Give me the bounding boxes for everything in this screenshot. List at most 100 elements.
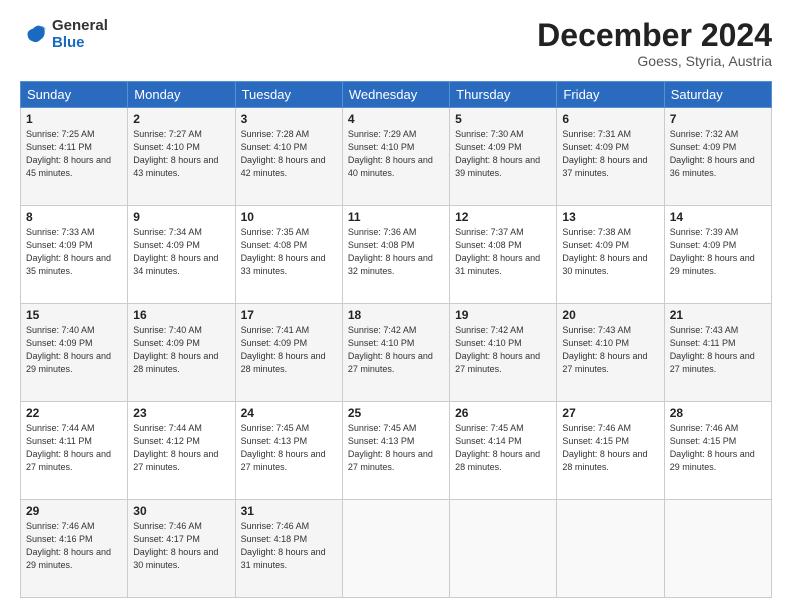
day-number: 16 [133, 308, 229, 322]
day-number: 11 [348, 210, 444, 224]
day-number: 4 [348, 112, 444, 126]
table-row: 11 Sunrise: 7:36 AMSunset: 4:08 PMDaylig… [342, 206, 449, 304]
table-row: 5 Sunrise: 7:30 AMSunset: 4:09 PMDayligh… [450, 108, 557, 206]
table-row: 28 Sunrise: 7:46 AMSunset: 4:15 PMDaylig… [664, 402, 771, 500]
day-info: Sunrise: 7:46 AMSunset: 4:17 PMDaylight:… [133, 521, 218, 570]
day-info: Sunrise: 7:35 AMSunset: 4:08 PMDaylight:… [241, 227, 326, 276]
day-info: Sunrise: 7:45 AMSunset: 4:14 PMDaylight:… [455, 423, 540, 472]
day-number: 3 [241, 112, 337, 126]
day-info: Sunrise: 7:42 AMSunset: 4:10 PMDaylight:… [348, 325, 433, 374]
calendar-week-row: 1 Sunrise: 7:25 AMSunset: 4:11 PMDayligh… [21, 108, 772, 206]
day-info: Sunrise: 7:44 AMSunset: 4:11 PMDaylight:… [26, 423, 111, 472]
title-area: December 2024 Goess, Styria, Austria [537, 18, 772, 69]
table-row [557, 500, 664, 598]
table-row: 22 Sunrise: 7:44 AMSunset: 4:11 PMDaylig… [21, 402, 128, 500]
day-info: Sunrise: 7:37 AMSunset: 4:08 PMDaylight:… [455, 227, 540, 276]
day-number: 5 [455, 112, 551, 126]
day-number: 15 [26, 308, 122, 322]
day-info: Sunrise: 7:46 AMSunset: 4:18 PMDaylight:… [241, 521, 326, 570]
logo-text: General Blue [52, 18, 108, 51]
table-row: 8 Sunrise: 7:33 AMSunset: 4:09 PMDayligh… [21, 206, 128, 304]
header-tuesday: Tuesday [235, 82, 342, 108]
day-info: Sunrise: 7:25 AMSunset: 4:11 PMDaylight:… [26, 129, 111, 178]
day-info: Sunrise: 7:43 AMSunset: 4:10 PMDaylight:… [562, 325, 647, 374]
header-friday: Friday [557, 82, 664, 108]
day-number: 27 [562, 406, 658, 420]
day-info: Sunrise: 7:27 AMSunset: 4:10 PMDaylight:… [133, 129, 218, 178]
table-row: 10 Sunrise: 7:35 AMSunset: 4:08 PMDaylig… [235, 206, 342, 304]
day-info: Sunrise: 7:45 AMSunset: 4:13 PMDaylight:… [241, 423, 326, 472]
calendar-week-row: 29 Sunrise: 7:46 AMSunset: 4:16 PMDaylig… [21, 500, 772, 598]
header-sunday: Sunday [21, 82, 128, 108]
table-row: 25 Sunrise: 7:45 AMSunset: 4:13 PMDaylig… [342, 402, 449, 500]
day-number: 12 [455, 210, 551, 224]
day-number: 1 [26, 112, 122, 126]
day-info: Sunrise: 7:42 AMSunset: 4:10 PMDaylight:… [455, 325, 540, 374]
day-number: 8 [26, 210, 122, 224]
day-info: Sunrise: 7:28 AMSunset: 4:10 PMDaylight:… [241, 129, 326, 178]
table-row: 29 Sunrise: 7:46 AMSunset: 4:16 PMDaylig… [21, 500, 128, 598]
logo-general: General [52, 18, 108, 35]
table-row: 15 Sunrise: 7:40 AMSunset: 4:09 PMDaylig… [21, 304, 128, 402]
logo: General Blue [20, 18, 108, 51]
day-info: Sunrise: 7:41 AMSunset: 4:09 PMDaylight:… [241, 325, 326, 374]
logo-icon [20, 21, 48, 49]
table-row: 27 Sunrise: 7:46 AMSunset: 4:15 PMDaylig… [557, 402, 664, 500]
table-row: 14 Sunrise: 7:39 AMSunset: 4:09 PMDaylig… [664, 206, 771, 304]
table-row: 24 Sunrise: 7:45 AMSunset: 4:13 PMDaylig… [235, 402, 342, 500]
table-row: 26 Sunrise: 7:45 AMSunset: 4:14 PMDaylig… [450, 402, 557, 500]
table-row: 3 Sunrise: 7:28 AMSunset: 4:10 PMDayligh… [235, 108, 342, 206]
table-row: 1 Sunrise: 7:25 AMSunset: 4:11 PMDayligh… [21, 108, 128, 206]
day-info: Sunrise: 7:33 AMSunset: 4:09 PMDaylight:… [26, 227, 111, 276]
table-row [342, 500, 449, 598]
table-row: 17 Sunrise: 7:41 AMSunset: 4:09 PMDaylig… [235, 304, 342, 402]
day-number: 26 [455, 406, 551, 420]
table-row: 30 Sunrise: 7:46 AMSunset: 4:17 PMDaylig… [128, 500, 235, 598]
table-row [450, 500, 557, 598]
table-row: 23 Sunrise: 7:44 AMSunset: 4:12 PMDaylig… [128, 402, 235, 500]
month-title: December 2024 [537, 18, 772, 53]
table-row: 12 Sunrise: 7:37 AMSunset: 4:08 PMDaylig… [450, 206, 557, 304]
day-info: Sunrise: 7:40 AMSunset: 4:09 PMDaylight:… [26, 325, 111, 374]
day-number: 18 [348, 308, 444, 322]
day-number: 2 [133, 112, 229, 126]
day-number: 31 [241, 504, 337, 518]
page: General Blue December 2024 Goess, Styria… [0, 0, 792, 612]
day-info: Sunrise: 7:36 AMSunset: 4:08 PMDaylight:… [348, 227, 433, 276]
day-info: Sunrise: 7:40 AMSunset: 4:09 PMDaylight:… [133, 325, 218, 374]
table-row: 2 Sunrise: 7:27 AMSunset: 4:10 PMDayligh… [128, 108, 235, 206]
day-number: 14 [670, 210, 766, 224]
table-row [664, 500, 771, 598]
header-wednesday: Wednesday [342, 82, 449, 108]
day-number: 10 [241, 210, 337, 224]
day-number: 25 [348, 406, 444, 420]
day-number: 30 [133, 504, 229, 518]
day-number: 13 [562, 210, 658, 224]
calendar: Sunday Monday Tuesday Wednesday Thursday… [20, 81, 772, 598]
weekday-header-row: Sunday Monday Tuesday Wednesday Thursday… [21, 82, 772, 108]
day-info: Sunrise: 7:43 AMSunset: 4:11 PMDaylight:… [670, 325, 755, 374]
day-number: 22 [26, 406, 122, 420]
day-number: 17 [241, 308, 337, 322]
day-number: 21 [670, 308, 766, 322]
location: Goess, Styria, Austria [537, 53, 772, 69]
header-saturday: Saturday [664, 82, 771, 108]
header-thursday: Thursday [450, 82, 557, 108]
day-number: 24 [241, 406, 337, 420]
day-info: Sunrise: 7:39 AMSunset: 4:09 PMDaylight:… [670, 227, 755, 276]
day-number: 20 [562, 308, 658, 322]
day-info: Sunrise: 7:46 AMSunset: 4:15 PMDaylight:… [670, 423, 755, 472]
day-info: Sunrise: 7:46 AMSunset: 4:16 PMDaylight:… [26, 521, 111, 570]
table-row: 4 Sunrise: 7:29 AMSunset: 4:10 PMDayligh… [342, 108, 449, 206]
table-row: 7 Sunrise: 7:32 AMSunset: 4:09 PMDayligh… [664, 108, 771, 206]
table-row: 20 Sunrise: 7:43 AMSunset: 4:10 PMDaylig… [557, 304, 664, 402]
day-info: Sunrise: 7:45 AMSunset: 4:13 PMDaylight:… [348, 423, 433, 472]
day-number: 6 [562, 112, 658, 126]
calendar-week-row: 15 Sunrise: 7:40 AMSunset: 4:09 PMDaylig… [21, 304, 772, 402]
day-number: 7 [670, 112, 766, 126]
day-info: Sunrise: 7:31 AMSunset: 4:09 PMDaylight:… [562, 129, 647, 178]
day-number: 28 [670, 406, 766, 420]
header-monday: Monday [128, 82, 235, 108]
calendar-week-row: 22 Sunrise: 7:44 AMSunset: 4:11 PMDaylig… [21, 402, 772, 500]
day-number: 23 [133, 406, 229, 420]
